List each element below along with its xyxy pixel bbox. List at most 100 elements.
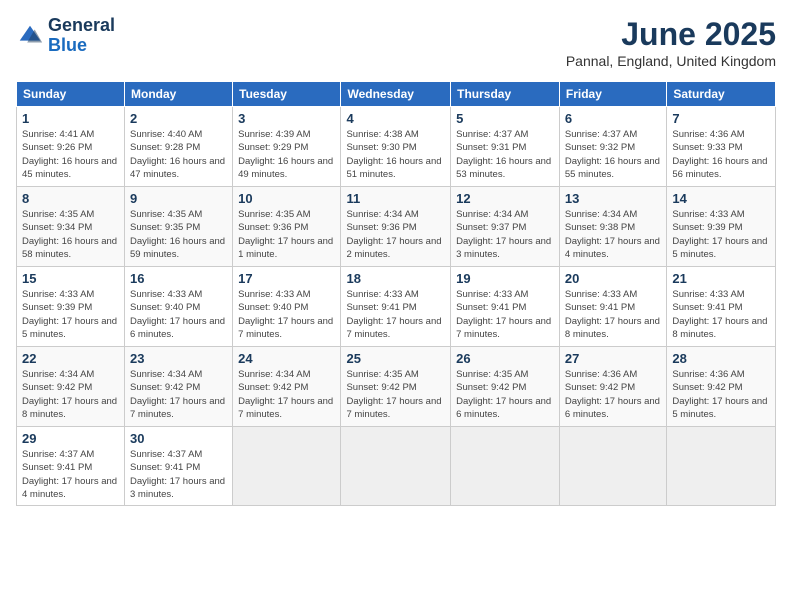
logo-text: General Blue — [48, 16, 115, 56]
table-row: 7 Sunrise: 4:36 AM Sunset: 9:33 PM Daylig… — [667, 107, 776, 187]
day-info: Sunrise: 4:35 AM Sunset: 9:36 PM Dayligh… — [238, 208, 335, 261]
day-info: Sunrise: 4:33 AM Sunset: 9:41 PM Dayligh… — [456, 288, 554, 341]
day-number: 18 — [346, 271, 445, 286]
day-info: Sunrise: 4:34 AM Sunset: 9:37 PM Dayligh… — [456, 208, 554, 261]
day-info: Sunrise: 4:33 AM Sunset: 9:41 PM Dayligh… — [672, 288, 770, 341]
subtitle: Pannal, England, United Kingdom — [566, 53, 776, 69]
table-row — [667, 427, 776, 506]
day-info: Sunrise: 4:36 AM Sunset: 9:33 PM Dayligh… — [672, 128, 770, 181]
day-number: 16 — [130, 271, 227, 286]
title-block: June 2025 Pannal, England, United Kingdo… — [566, 16, 776, 69]
day-number: 26 — [456, 351, 554, 366]
table-row: 17 Sunrise: 4:33 AM Sunset: 9:40 PM Dayli… — [233, 267, 341, 347]
table-row: 29Sunrise: 4:37 AM Sunset: 9:41 PM Dayli… — [17, 427, 125, 506]
col-thursday: Thursday — [451, 82, 560, 107]
day-number: 21 — [672, 271, 770, 286]
calendar: Sunday Monday Tuesday Wednesday Thursday… — [16, 81, 776, 506]
day-number: 14 — [672, 191, 770, 206]
day-number: 30 — [130, 431, 227, 446]
logo-icon — [16, 22, 44, 50]
table-row: 2Sunrise: 4:40 AM Sunset: 9:28 PM Daylig… — [125, 107, 233, 187]
day-info: Sunrise: 4:33 AM Sunset: 9:40 PM Dayligh… — [238, 288, 335, 341]
table-row: 23Sunrise: 4:34 AM Sunset: 9:42 PM Dayli… — [125, 347, 233, 427]
day-info: Sunrise: 4:38 AM Sunset: 9:30 PM Dayligh… — [346, 128, 445, 181]
calendar-week-row: 1 Sunrise: 4:41 AM Sunset: 9:26 PM Daylig… — [17, 107, 776, 187]
day-info: Sunrise: 4:36 AM Sunset: 9:42 PM Dayligh… — [672, 368, 770, 421]
day-info: Sunrise: 4:37 AM Sunset: 9:32 PM Dayligh… — [565, 128, 661, 181]
calendar-week-row: 15 Sunrise: 4:33 AM Sunset: 9:39 PM Dayli… — [17, 267, 776, 347]
calendar-week-row: 29 Sunrise: 4:37 AM Sunset: 9:41 PM Dayli… — [17, 427, 776, 506]
day-info: Sunrise: 4:34 AM Sunset: 9:42 PM Dayligh… — [130, 368, 227, 421]
day-number: 8 — [22, 191, 119, 206]
table-row: 1 Sunrise: 4:41 AM Sunset: 9:26 PM Daylig… — [17, 107, 125, 187]
day-info: Sunrise: 4:33 AM Sunset: 9:41 PM Dayligh… — [565, 288, 661, 341]
day-number: 6 — [565, 111, 661, 126]
day-info: Sunrise: 4:35 AM Sunset: 9:34 PM Dayligh… — [22, 208, 119, 261]
table-row: 26 Sunrise: 4:35 AM Sunset: 9:42 PM Dayli… — [451, 347, 560, 427]
table-row: 28 Sunrise: 4:36 AM Sunset: 9:42 PM Dayli… — [667, 347, 776, 427]
calendar-header-row: Sunday Monday Tuesday Wednesday Thursday… — [17, 82, 776, 107]
header: General Blue June 2025 Pannal, England, … — [16, 16, 776, 69]
day-number: 27 — [565, 351, 661, 366]
table-row — [451, 427, 560, 506]
day-info: Sunrise: 4:33 AM Sunset: 9:41 PM Dayligh… — [346, 288, 445, 341]
day-number: 12 — [456, 191, 554, 206]
table-row: 18 Sunrise: 4:33 AM Sunset: 9:41 PM Dayli… — [341, 267, 451, 347]
table-row: 9Sunrise: 4:35 AM Sunset: 9:35 PM Daylig… — [125, 187, 233, 267]
day-info: Sunrise: 4:37 AM Sunset: 9:31 PM Dayligh… — [456, 128, 554, 181]
col-saturday: Saturday — [667, 82, 776, 107]
day-number: 25 — [346, 351, 445, 366]
table-row: 14 Sunrise: 4:33 AM Sunset: 9:39 PM Dayli… — [667, 187, 776, 267]
day-number: 29 — [22, 431, 119, 446]
day-info: Sunrise: 4:35 AM Sunset: 9:35 PM Dayligh… — [130, 208, 227, 261]
day-number: 1 — [22, 111, 119, 126]
table-row: 20 Sunrise: 4:33 AM Sunset: 9:41 PM Dayli… — [559, 267, 666, 347]
col-monday: Monday — [125, 82, 233, 107]
page: General Blue June 2025 Pannal, England, … — [0, 0, 792, 612]
day-info: Sunrise: 4:33 AM Sunset: 9:39 PM Dayligh… — [22, 288, 119, 341]
table-row: 24 Sunrise: 4:34 AM Sunset: 9:42 PM Dayli… — [233, 347, 341, 427]
day-info: Sunrise: 4:37 AM Sunset: 9:41 PM Dayligh… — [130, 448, 227, 501]
day-number: 7 — [672, 111, 770, 126]
day-info: Sunrise: 4:36 AM Sunset: 9:42 PM Dayligh… — [565, 368, 661, 421]
col-sunday: Sunday — [17, 82, 125, 107]
day-number: 5 — [456, 111, 554, 126]
day-number: 17 — [238, 271, 335, 286]
table-row — [341, 427, 451, 506]
day-number: 11 — [346, 191, 445, 206]
day-number: 20 — [565, 271, 661, 286]
main-title: June 2025 — [566, 16, 776, 53]
table-row: 4 Sunrise: 4:38 AM Sunset: 9:30 PM Daylig… — [341, 107, 451, 187]
day-info: Sunrise: 4:40 AM Sunset: 9:28 PM Dayligh… — [130, 128, 227, 181]
day-info: Sunrise: 4:35 AM Sunset: 9:42 PM Dayligh… — [456, 368, 554, 421]
table-row: 25Sunrise: 4:35 AM Sunset: 9:42 PM Dayli… — [341, 347, 451, 427]
day-number: 4 — [346, 111, 445, 126]
day-number: 28 — [672, 351, 770, 366]
day-info: Sunrise: 4:33 AM Sunset: 9:40 PM Dayligh… — [130, 288, 227, 341]
col-friday: Friday — [559, 82, 666, 107]
day-info: Sunrise: 4:39 AM Sunset: 9:29 PM Dayligh… — [238, 128, 335, 181]
day-number: 3 — [238, 111, 335, 126]
day-info: Sunrise: 4:41 AM Sunset: 9:26 PM Dayligh… — [22, 128, 119, 181]
day-info: Sunrise: 4:34 AM Sunset: 9:38 PM Dayligh… — [565, 208, 661, 261]
table-row: 16 Sunrise: 4:33 AM Sunset: 9:40 PM Dayli… — [125, 267, 233, 347]
table-row: 19Sunrise: 4:33 AM Sunset: 9:41 PM Dayli… — [451, 267, 560, 347]
day-number: 10 — [238, 191, 335, 206]
table-row: 22Sunrise: 4:34 AM Sunset: 9:42 PM Dayli… — [17, 347, 125, 427]
calendar-week-row: 8 Sunrise: 4:35 AM Sunset: 9:34 PM Daylig… — [17, 187, 776, 267]
day-info: Sunrise: 4:34 AM Sunset: 9:36 PM Dayligh… — [346, 208, 445, 261]
col-tuesday: Tuesday — [233, 82, 341, 107]
table-row: 21 Sunrise: 4:33 AM Sunset: 9:41 PM Dayli… — [667, 267, 776, 347]
table-row: 8 Sunrise: 4:35 AM Sunset: 9:34 PM Daylig… — [17, 187, 125, 267]
day-info: Sunrise: 4:34 AM Sunset: 9:42 PM Dayligh… — [22, 368, 119, 421]
table-row: 27 Sunrise: 4:36 AM Sunset: 9:42 PM Dayli… — [559, 347, 666, 427]
day-number: 24 — [238, 351, 335, 366]
table-row: 3 Sunrise: 4:39 AM Sunset: 9:29 PM Daylig… — [233, 107, 341, 187]
table-row: 5 Sunrise: 4:37 AM Sunset: 9:31 PM Daylig… — [451, 107, 560, 187]
table-row: 30 Sunrise: 4:37 AM Sunset: 9:41 PM Dayli… — [125, 427, 233, 506]
table-row: 6 Sunrise: 4:37 AM Sunset: 9:32 PM Daylig… — [559, 107, 666, 187]
day-info: Sunrise: 4:33 AM Sunset: 9:39 PM Dayligh… — [672, 208, 770, 261]
table-row — [559, 427, 666, 506]
day-number: 15 — [22, 271, 119, 286]
day-info: Sunrise: 4:34 AM Sunset: 9:42 PM Dayligh… — [238, 368, 335, 421]
